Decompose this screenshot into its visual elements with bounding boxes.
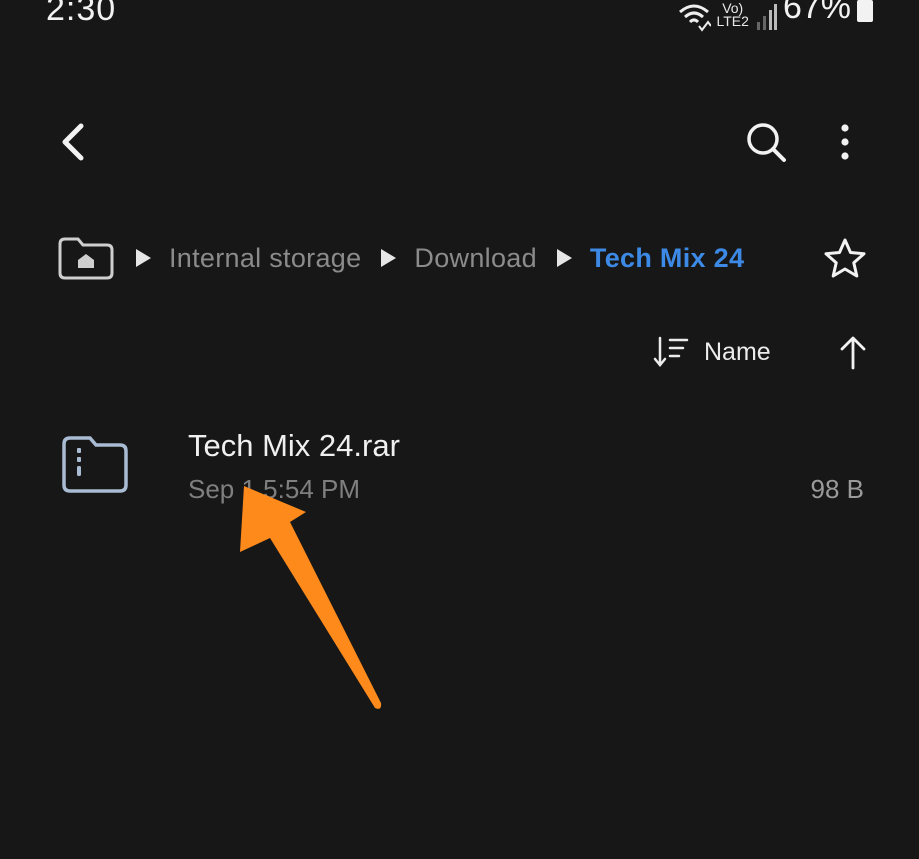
breadcrumb-separator-icon	[136, 249, 151, 267]
battery-percent: 67%	[782, 0, 851, 26]
search-icon	[747, 123, 786, 162]
file-size: 98 B	[810, 474, 865, 504]
search-button[interactable]	[742, 118, 790, 166]
archive-file-icon-wrap	[58, 432, 130, 503]
network-lte: LTE2	[716, 13, 749, 29]
favorite-button[interactable]	[820, 234, 870, 284]
arrow-up-icon	[840, 336, 866, 370]
more-options-button[interactable]	[830, 118, 860, 166]
status-icons: Vo) LTE2 67%	[677, 0, 873, 34]
sort-icon	[653, 336, 689, 367]
breadcrumb-internal-storage[interactable]: Internal storage	[169, 243, 361, 274]
battery-icon	[857, 0, 873, 22]
status-time: 2:30	[46, 0, 117, 28]
breadcrumb: Internal storage Download Tech Mix 24	[56, 228, 744, 288]
archive-file-icon	[62, 436, 128, 493]
sort-control[interactable]: Name	[652, 330, 771, 374]
home-folder-button[interactable]	[56, 234, 116, 282]
back-button[interactable]	[50, 118, 94, 166]
breadcrumb-current-folder[interactable]: Tech Mix 24	[590, 243, 744, 274]
more-vert-icon	[841, 124, 849, 160]
file-name: Tech Mix 24.rar	[188, 428, 400, 463]
sort-direction-button[interactable]	[834, 330, 872, 374]
file-date: Sep 1 5:54 PM	[188, 474, 360, 504]
breadcrumb-download[interactable]: Download	[414, 243, 536, 274]
wifi-icon	[678, 4, 711, 32]
network-type: Vo) LTE2	[716, 1, 749, 29]
list-item[interactable]	[40, 416, 880, 516]
star-icon	[824, 238, 866, 278]
breadcrumb-separator-icon	[556, 249, 572, 267]
home-folder-icon	[58, 237, 114, 280]
signal-icon	[756, 4, 777, 30]
sort-label: Name	[704, 337, 771, 366]
breadcrumb-separator-icon	[381, 249, 397, 267]
back-arrow-icon	[62, 123, 84, 161]
